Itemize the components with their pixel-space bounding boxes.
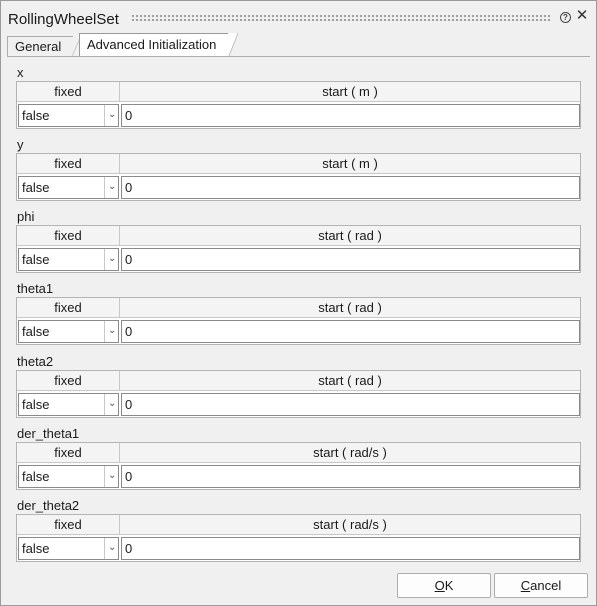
section-label: y xyxy=(17,137,24,152)
column-header-fixed: fixed xyxy=(17,371,120,391)
column-header-fixed: fixed xyxy=(17,443,120,463)
fixed-select-value: false xyxy=(22,397,50,412)
section-label: x xyxy=(17,65,24,80)
column-header-start: start ( rad/s ) xyxy=(120,515,580,535)
start-input[interactable]: 0 xyxy=(121,393,580,416)
fixed-select-value: false xyxy=(22,252,50,267)
fixed-select[interactable]: false ⌄ xyxy=(18,465,119,488)
ok-label-rest: K xyxy=(444,578,454,593)
chevron-down-icon[interactable]: ⌄ xyxy=(108,181,116,192)
start-input-value: 0 xyxy=(125,252,133,267)
column-header-start: start ( m ) xyxy=(120,82,580,102)
column-header-start: start ( rad ) xyxy=(120,298,580,318)
fixed-select[interactable]: false ⌄ xyxy=(18,393,119,416)
parameter-table: fixed start ( rad ) false ⌄ 0 xyxy=(16,297,581,345)
column-header-fixed: fixed xyxy=(17,515,120,535)
start-input[interactable]: 0 xyxy=(121,537,580,560)
start-input[interactable]: 0 xyxy=(121,465,580,488)
fixed-select-value: false xyxy=(22,324,50,339)
tab-general[interactable]: General xyxy=(7,36,81,58)
start-input-value: 0 xyxy=(125,108,133,123)
select-divider xyxy=(104,538,105,559)
start-input-value: 0 xyxy=(125,397,133,412)
fixed-select-value: false xyxy=(22,541,50,556)
cancel-mnemonic: C xyxy=(520,578,531,593)
select-divider xyxy=(104,466,105,487)
start-input[interactable]: 0 xyxy=(121,248,580,271)
ok-button[interactable]: OK xyxy=(397,573,491,598)
cancel-button[interactable]: Cancel xyxy=(494,573,588,598)
column-header-start: start ( m ) xyxy=(120,154,580,174)
chevron-down-icon[interactable]: ⌄ xyxy=(108,470,116,481)
section-label: der_theta1 xyxy=(17,426,80,441)
advanced-initialization-panel: x fixed start ( m ) false ⌄ 0 y fixed st… xyxy=(7,56,590,566)
ok-mnemonic: O xyxy=(434,578,445,593)
start-input-value: 0 xyxy=(125,541,133,556)
start-input[interactable]: 0 xyxy=(121,320,580,343)
window-title: RollingWheelSet xyxy=(8,11,119,28)
chevron-down-icon[interactable]: ⌄ xyxy=(108,398,116,409)
chevron-down-icon[interactable]: ⌄ xyxy=(108,109,116,120)
title-bar[interactable]: RollingWheelSet ? ✕ xyxy=(1,1,596,33)
start-input-value: 0 xyxy=(125,324,133,339)
column-header-fixed: fixed xyxy=(17,298,120,318)
column-header-start: start ( rad ) xyxy=(120,226,580,246)
start-input-value: 0 xyxy=(125,469,133,484)
parameter-table: fixed start ( rad ) false ⌄ 0 xyxy=(16,370,581,418)
select-divider xyxy=(104,394,105,415)
select-divider xyxy=(104,177,105,198)
start-input-value: 0 xyxy=(125,180,133,195)
chevron-down-icon[interactable]: ⌄ xyxy=(108,253,116,264)
parameter-table: fixed start ( m ) false ⌄ 0 xyxy=(16,81,581,129)
start-input[interactable]: 0 xyxy=(121,176,580,199)
column-header-fixed: fixed xyxy=(17,154,120,174)
section-label: phi xyxy=(17,209,35,224)
fixed-select[interactable]: false ⌄ xyxy=(18,537,119,560)
section-label: theta2 xyxy=(17,354,54,369)
parameter-table: fixed start ( m ) false ⌄ 0 xyxy=(16,153,581,201)
fixed-select-value: false xyxy=(22,108,50,123)
tab-bar: General Advanced Initialization xyxy=(7,33,587,58)
column-header-start: start ( rad/s ) xyxy=(120,443,580,463)
section-label: theta1 xyxy=(17,281,54,296)
chevron-down-icon[interactable]: ⌄ xyxy=(108,325,116,336)
dialog-window: RollingWheelSet ? ✕ General Advanced Ini… xyxy=(0,0,597,606)
parameter-table: fixed start ( rad/s ) false ⌄ 0 xyxy=(16,514,581,562)
select-divider xyxy=(104,249,105,270)
select-divider xyxy=(104,321,105,342)
start-input[interactable]: 0 xyxy=(121,104,580,127)
parameter-table: fixed start ( rad/s ) false ⌄ 0 xyxy=(16,442,581,490)
drag-grip[interactable] xyxy=(131,14,551,22)
select-divider xyxy=(104,105,105,126)
help-icon[interactable]: ? xyxy=(560,12,571,23)
column-header-fixed: fixed xyxy=(17,226,120,246)
chevron-down-icon[interactable]: ⌄ xyxy=(108,542,116,553)
fixed-select[interactable]: false ⌄ xyxy=(18,248,119,271)
tab-advanced-initialization[interactable]: Advanced Initialization xyxy=(79,33,238,58)
fixed-select-value: false xyxy=(22,469,50,484)
column-header-start: start ( rad ) xyxy=(120,371,580,391)
parameter-table: fixed start ( rad ) false ⌄ 0 xyxy=(16,225,581,273)
fixed-select[interactable]: false ⌄ xyxy=(18,320,119,343)
column-header-fixed: fixed xyxy=(17,82,120,102)
fixed-select-value: false xyxy=(22,180,50,195)
section-label: der_theta2 xyxy=(17,498,80,513)
cancel-label-rest: ancel xyxy=(530,578,562,593)
fixed-select[interactable]: false ⌄ xyxy=(18,176,119,199)
close-icon[interactable]: ✕ xyxy=(575,8,589,24)
fixed-select[interactable]: false ⌄ xyxy=(18,104,119,127)
